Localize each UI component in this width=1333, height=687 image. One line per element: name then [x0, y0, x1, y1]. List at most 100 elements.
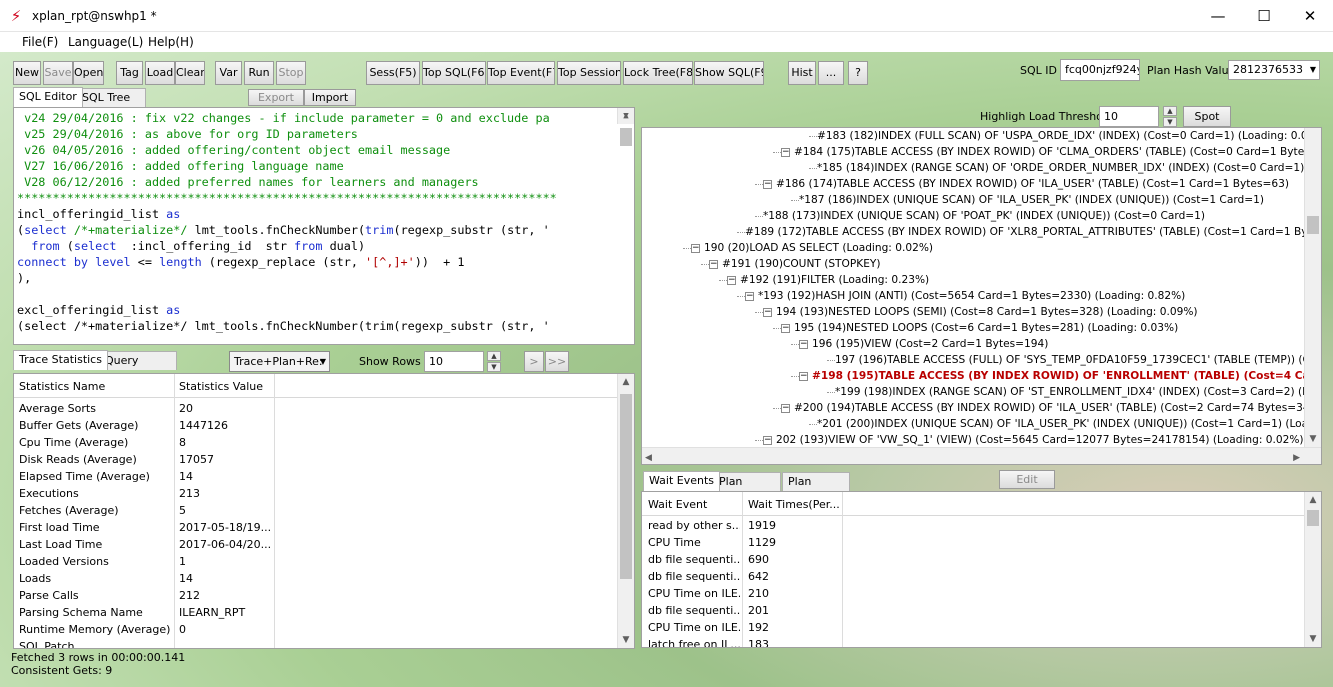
next-page-button[interactable]: > — [524, 351, 544, 372]
col-statistics-value[interactable]: Statistics Value — [179, 380, 263, 393]
clear-button[interactable]: Clear — [175, 61, 205, 85]
show-sql-button[interactable]: Show SQL(F9) — [694, 61, 764, 85]
tab-wait-events[interactable]: Wait Events — [643, 471, 721, 491]
scroll-thumb[interactable] — [1307, 510, 1319, 526]
plan-node[interactable]: *188 (173)INDEX (UNIQUE SCAN) OF 'POAT_P… — [763, 208, 1205, 224]
col-statistics-name[interactable]: Statistics Name — [19, 380, 105, 393]
menu-help[interactable]: Help(H) — [148, 35, 194, 49]
scroll-thumb[interactable] — [1307, 216, 1319, 234]
sql-id-field[interactable]: fcq00njzf924y — [1060, 59, 1140, 81]
hist-button[interactable]: Hist — [788, 61, 816, 85]
table-row[interactable]: CPU Time 1129 — [642, 534, 1302, 551]
table-row[interactable]: First load Time 2017-05-18/19.... — [14, 519, 614, 536]
table-row[interactable]: Loaded Versions 1 — [14, 553, 614, 570]
menu-language[interactable]: Language(L) — [68, 35, 143, 49]
tab-plan-objects[interactable]: Plan Objects — [782, 472, 850, 505]
scroll-down-icon[interactable]: ▼ — [1305, 431, 1321, 447]
top-event-button[interactable]: Top Event(F7) — [487, 61, 555, 85]
plan-hash-select[interactable]: 2812376533 ▼ — [1228, 60, 1320, 80]
scroll-right-icon[interactable]: ▶ — [1293, 450, 1300, 464]
new-button[interactable]: New — [13, 61, 41, 85]
plan-node[interactable]: − *193 (192)HASH JOIN (ANTI) (Cost=5654 C… — [745, 288, 1185, 304]
scroll-down-icon[interactable]: ▼ — [1305, 631, 1321, 647]
trace-mode-select[interactable]: Trace+Plan+Re: ▼ — [229, 351, 330, 372]
table-row[interactable]: Disk Reads (Average) 17057 — [14, 451, 614, 468]
table-row[interactable]: Cpu Time (Average) 8 — [14, 434, 614, 451]
export-button[interactable]: Export — [248, 89, 304, 106]
tag-button[interactable]: Tag — [116, 61, 143, 85]
threshold-field[interactable]: 10 — [1099, 106, 1159, 127]
sess-button[interactable]: Sess(F5) — [366, 61, 420, 85]
plan-node[interactable]: − #192 (191)FILTER (Loading: 0.23%) — [727, 272, 929, 288]
collapse-toggle-icon[interactable]: − — [727, 275, 736, 285]
table-row[interactable]: SQL Patch — [14, 638, 614, 648]
plan-node[interactable]: −190 (20)LOAD AS SELECT (Loading: 0.02%) — [691, 240, 933, 256]
menu-file[interactable]: File(F) — [22, 35, 58, 49]
collapse-toggle-icon[interactable]: − — [763, 435, 772, 445]
run-button[interactable]: Run — [244, 61, 274, 85]
plan-node[interactable]: −196 (195)VIEW (Cost=2 Card=1 Bytes=194) — [799, 336, 1048, 352]
plan-node[interactable]: −195 (194)NESTED LOOPS (Cost=6 Card=1 By… — [781, 320, 1178, 336]
plan-node[interactable]: #183 (182)INDEX (FULL SCAN) OF 'USPA_ORD… — [817, 128, 1314, 144]
spin-down-icon[interactable]: ▼ — [1163, 117, 1177, 127]
open-button[interactable]: Open — [73, 61, 104, 85]
editor-scrollbar[interactable]: ▲ ▼ — [617, 108, 634, 146]
table-row[interactable]: Parsing Schema Name ILEARN_RPT — [14, 604, 614, 621]
table-row[interactable]: Buffer Gets (Average) 1447126 — [14, 417, 614, 434]
var-button[interactable]: Var — [215, 61, 242, 85]
edit-button[interactable]: Edit — [999, 470, 1055, 489]
wait-scrollbar[interactable]: ▲ ▼ — [1304, 492, 1321, 647]
plan-node[interactable]: −194 (193)NESTED LOOPS (SEMI) (Cost=8 Ca… — [763, 304, 1198, 320]
table-row[interactable]: Loads 14 — [14, 570, 614, 587]
table-row[interactable]: Runtime Memory (Average) 0 — [14, 621, 614, 638]
spin-up-icon[interactable]: ▲ — [487, 351, 501, 361]
plan-node[interactable]: #189 (172)TABLE ACCESS (BY INDEX ROWID) … — [745, 224, 1321, 240]
collapse-toggle-icon[interactable]: − — [709, 259, 718, 269]
table-row[interactable]: db file sequenti... 690 — [642, 551, 1302, 568]
plan-tree[interactable]: #183 (182)INDEX (FULL SCAN) OF 'USPA_ORD… — [641, 127, 1322, 465]
collapse-toggle-icon[interactable]: − — [799, 339, 808, 349]
table-row[interactable]: Fetches (Average) 5 — [14, 502, 614, 519]
top-session-button[interactable]: Top Session — [557, 61, 621, 85]
scroll-up-icon[interactable]: ▲ — [618, 374, 634, 390]
plan-node[interactable]: − #184 (175)TABLE ACCESS (BY INDEX ROWID)… — [781, 144, 1321, 160]
plan-node[interactable]: −202 (193)VIEW OF 'VW_SQ_1' (VIEW) (Cost… — [763, 432, 1304, 448]
tab-sql-editor[interactable]: SQL Editor — [13, 87, 83, 107]
collapse-toggle-icon[interactable]: − — [781, 403, 790, 413]
tab-trace-statistics[interactable]: Trace Statistics — [13, 350, 108, 370]
tree-hscrollbar[interactable]: ◀ ▶ — [642, 447, 1321, 464]
collapse-toggle-icon[interactable]: − — [781, 323, 790, 333]
table-row[interactable]: Last Load Time 2017-06-04/20.... — [14, 536, 614, 553]
help-button[interactable]: ? — [848, 61, 868, 85]
spin-up-icon[interactable]: ▲ — [1163, 106, 1177, 116]
plan-node[interactable]: *187 (186)INDEX (UNIQUE SCAN) OF 'ILA_US… — [799, 192, 1264, 208]
tab-sql-tree[interactable]: SQL Tree — [76, 88, 146, 107]
close-button[interactable]: ✕ — [1287, 0, 1333, 32]
stats-scrollbar[interactable]: ▲ ▼ — [617, 374, 634, 648]
plan-node[interactable]: − #186 (174)TABLE ACCESS (BY INDEX ROWID)… — [763, 176, 1289, 192]
scroll-thumb[interactable] — [620, 394, 632, 579]
scroll-down-icon[interactable]: ▼ — [618, 632, 634, 648]
plan-node[interactable]: − #198 (195)TABLE ACCESS (BY INDEX ROWID)… — [799, 368, 1321, 384]
spin-down-icon[interactable]: ▼ — [487, 362, 501, 372]
sql-editor[interactable]: v24 29/04/2016 : fix v22 changes - if in… — [13, 107, 635, 345]
collapse-toggle-icon[interactable]: − — [691, 243, 700, 253]
table-row[interactable]: Average Sorts 20 — [14, 400, 614, 417]
table-row[interactable]: Elapsed Time (Average) 14 — [14, 468, 614, 485]
collapse-toggle-icon[interactable]: − — [781, 147, 790, 157]
last-page-button[interactable]: >> — [545, 351, 569, 372]
plan-node[interactable]: − #200 (194)TABLE ACCESS (BY INDEX ROWID)… — [781, 400, 1321, 416]
col-wait-times[interactable]: Wait Times(Per... — [748, 498, 840, 511]
scroll-down-icon[interactable]: ▼ — [618, 108, 634, 124]
collapse-toggle-icon[interactable]: − — [745, 291, 754, 301]
more-button[interactable]: ... — [818, 61, 844, 85]
maximize-button[interactable]: ☐ — [1241, 0, 1287, 32]
table-row[interactable]: db file sequenti... 642 — [642, 568, 1302, 585]
scroll-left-icon[interactable]: ◀ — [645, 450, 652, 464]
table-row[interactable]: db file sequenti... 201 — [642, 602, 1302, 619]
plan-node[interactable]: − #191 (190)COUNT (STOPKEY) — [709, 256, 881, 272]
table-row[interactable]: latch free on IL... 183 — [642, 636, 1302, 647]
table-row[interactable]: CPU Time on ILE... 210 — [642, 585, 1302, 602]
spot-button[interactable]: Spot — [1183, 106, 1231, 127]
top-sql-button[interactable]: Top SQL(F6) — [422, 61, 486, 85]
